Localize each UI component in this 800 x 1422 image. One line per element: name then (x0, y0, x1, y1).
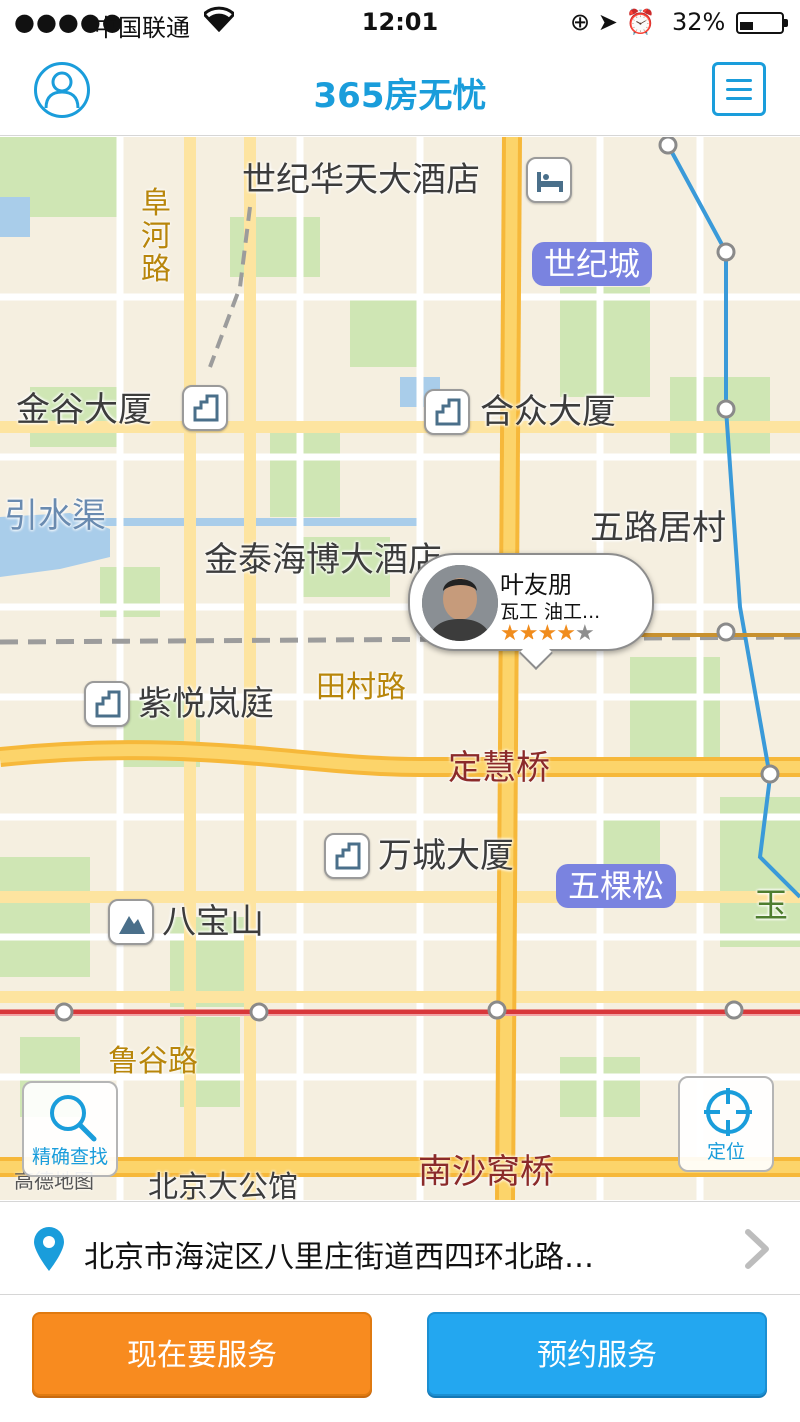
map-label-tiancun-road: 田村路 (316, 670, 406, 705)
map-label-fuhe-road: 阜河路 (141, 186, 171, 287)
battery-percent: 32% (672, 8, 726, 36)
locate-label: 定位 (706, 1141, 745, 1163)
locate-button[interactable]: 定位 (678, 1076, 774, 1172)
star-filled-icon: ★ (518, 621, 539, 646)
worker-callout[interactable]: 叶友朋 瓦工 油工... ★★★★★ (408, 553, 654, 651)
hotel-bed-icon[interactable] (526, 157, 572, 203)
map-label-hotel: 世纪华天大酒店 (242, 160, 480, 200)
building-icon[interactable] (424, 389, 470, 435)
mountain-icon[interactable] (108, 899, 154, 945)
app-title: 365房无忧 (313, 76, 487, 116)
precise-search-button[interactable]: 精确查找 (22, 1081, 118, 1177)
worker-name: 叶友朋 (500, 571, 572, 599)
worker-skills: 瓦工 油工... (500, 601, 601, 623)
building-icon[interactable] (84, 681, 130, 727)
map-label-shijicheng: 世纪城 (532, 242, 653, 286)
star-filled-icon: ★ (500, 621, 520, 646)
battery-icon (736, 12, 788, 34)
location-pin-icon (34, 1227, 64, 1271)
avatar (422, 565, 498, 641)
menu-button[interactable] (712, 62, 766, 116)
map-base (0, 137, 800, 1200)
chevron-right-icon (745, 1229, 769, 1269)
map-label-jintaihaibo-hotel: 金泰海博大酒店 (204, 540, 442, 580)
precise-search-label: 精确查找 (31, 1146, 108, 1168)
user-outline-icon (44, 71, 80, 109)
magnifier-icon (50, 1095, 97, 1142)
hamburger-menu-icon (726, 79, 752, 82)
map-label-wukesong: 五棵松 (556, 864, 677, 908)
navigation-bar: 365房无忧 (0, 46, 800, 136)
map-label-nanshawo-bridge: 南沙窝桥 (418, 1152, 554, 1192)
book-service-button[interactable]: 预约服务 (427, 1312, 767, 1396)
building-icon[interactable] (182, 385, 228, 431)
star-empty-icon: ★ (574, 621, 595, 646)
current-address: 北京市海淀区八里庄街道西四环北路… (84, 1240, 594, 1275)
profile-button[interactable] (34, 62, 90, 118)
status-icons: ⊕ ➤ ⏰ (570, 8, 656, 36)
address-bar[interactable]: 北京市海淀区八里庄街道西四环北路… (0, 1201, 800, 1295)
map-label-jingu-building: 金谷大厦 (16, 390, 152, 430)
star-filled-icon: ★ (537, 621, 557, 646)
map-label-yinshuiqu: 引水渠 (4, 496, 106, 536)
map-label-wulujucun: 五路居村 (590, 508, 726, 548)
building-icon[interactable] (324, 833, 370, 879)
map-view[interactable]: 世纪华天大酒店 阜河路 世纪城 金谷大厦 合众大厦 引水渠 五路居村 金泰海博大… (0, 137, 800, 1200)
map-label-dinghui-bridge: 定慧桥 (448, 748, 550, 788)
map-label-lugu-road: 鲁谷路 (108, 1044, 198, 1079)
action-bar: 现在要服务 预约服务 (0, 1296, 800, 1422)
map-label-babaoshan: 八宝山 (162, 902, 264, 942)
map-label-hezhong-building: 合众大厦 (480, 392, 616, 432)
map-label-beijing-hotel: 北京大公馆 (148, 1170, 298, 1201)
star-filled-icon: ★ (556, 621, 576, 646)
map-label-wancheng-building: 万城大厦 (378, 836, 514, 876)
map-label-ziyuelanting: 紫悦岚庭 (138, 684, 274, 724)
service-now-button[interactable]: 现在要服务 (32, 1312, 372, 1396)
map-label-yu-edge: 玉 (754, 886, 788, 926)
rating-stars: ★★★★★ (500, 621, 595, 646)
crosshair-icon (704, 1088, 752, 1136)
status-bar: ●●●●● 中国联通 12:01 ⊕ ➤ ⏰ 32% (0, 0, 800, 46)
